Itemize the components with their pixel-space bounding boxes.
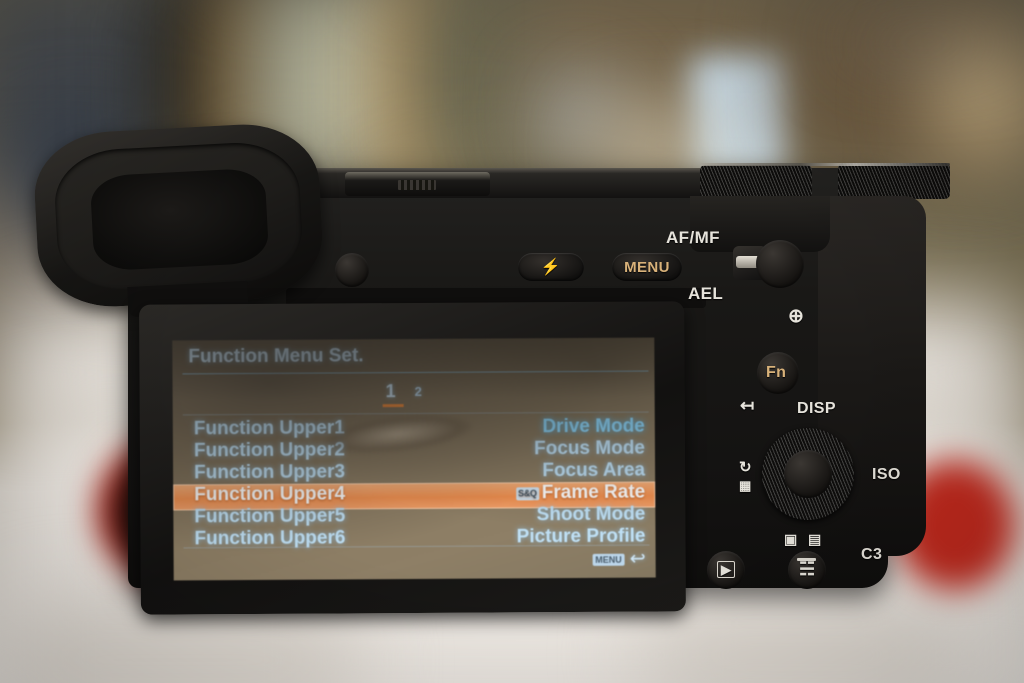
bg-blob-shelf bbox=[840, 35, 1010, 51]
trash-icon: ☵ bbox=[799, 559, 816, 579]
afmf-label: AF/MF bbox=[666, 228, 720, 247]
menu-button-label: MENU bbox=[624, 258, 670, 276]
control-wheel-center-button[interactable] bbox=[784, 450, 832, 498]
ael-label: AEL bbox=[688, 284, 724, 303]
c3-label: C3 bbox=[861, 546, 883, 563]
dial-highlight bbox=[700, 163, 950, 166]
control-dial-rear[interactable] bbox=[700, 165, 812, 199]
return-icon: ↤ bbox=[740, 396, 755, 415]
playback-icon: ▶ bbox=[717, 561, 736, 578]
photo-scene: ⚡ MENU AF/MF AEL ⊕ Fn ↤ ↻ ▦ DISP ISO ▣ ▤… bbox=[0, 0, 1024, 683]
viewfinder-window bbox=[89, 167, 270, 272]
menu-button[interactable]: MENU bbox=[612, 253, 682, 281]
fn-button-label: Fn bbox=[766, 364, 787, 381]
drive-mode-icon: ▦ bbox=[739, 478, 752, 493]
iso-label: ISO bbox=[872, 466, 901, 483]
self-timer-icon: ↻ bbox=[739, 459, 752, 476]
mode-dial[interactable] bbox=[838, 163, 950, 199]
lcd-screen-housing: Function Menu Set. 1 2 Function Upper1 D… bbox=[139, 301, 686, 615]
magnify-icon[interactable]: ⊕ bbox=[788, 305, 804, 328]
ael-center-button[interactable] bbox=[756, 240, 804, 288]
bg-table-shadow-right bbox=[640, 600, 960, 683]
hotshoe-contacts bbox=[398, 180, 436, 190]
diopter-dial[interactable] bbox=[335, 253, 369, 287]
disp-label: DISP bbox=[797, 400, 836, 417]
flash-icon: ⚡ bbox=[540, 259, 562, 276]
image-index-icon: ▤ bbox=[808, 531, 822, 547]
flash-button[interactable]: ⚡ bbox=[518, 253, 584, 281]
bg-blob-right-warm bbox=[930, 40, 1024, 160]
exposure-comp-icon: ▣ bbox=[784, 531, 798, 547]
lcd-display[interactable]: Function Menu Set. 1 2 Function Upper1 D… bbox=[172, 337, 656, 581]
lcd-glare bbox=[172, 337, 656, 581]
trash-icon-lid bbox=[797, 558, 816, 561]
